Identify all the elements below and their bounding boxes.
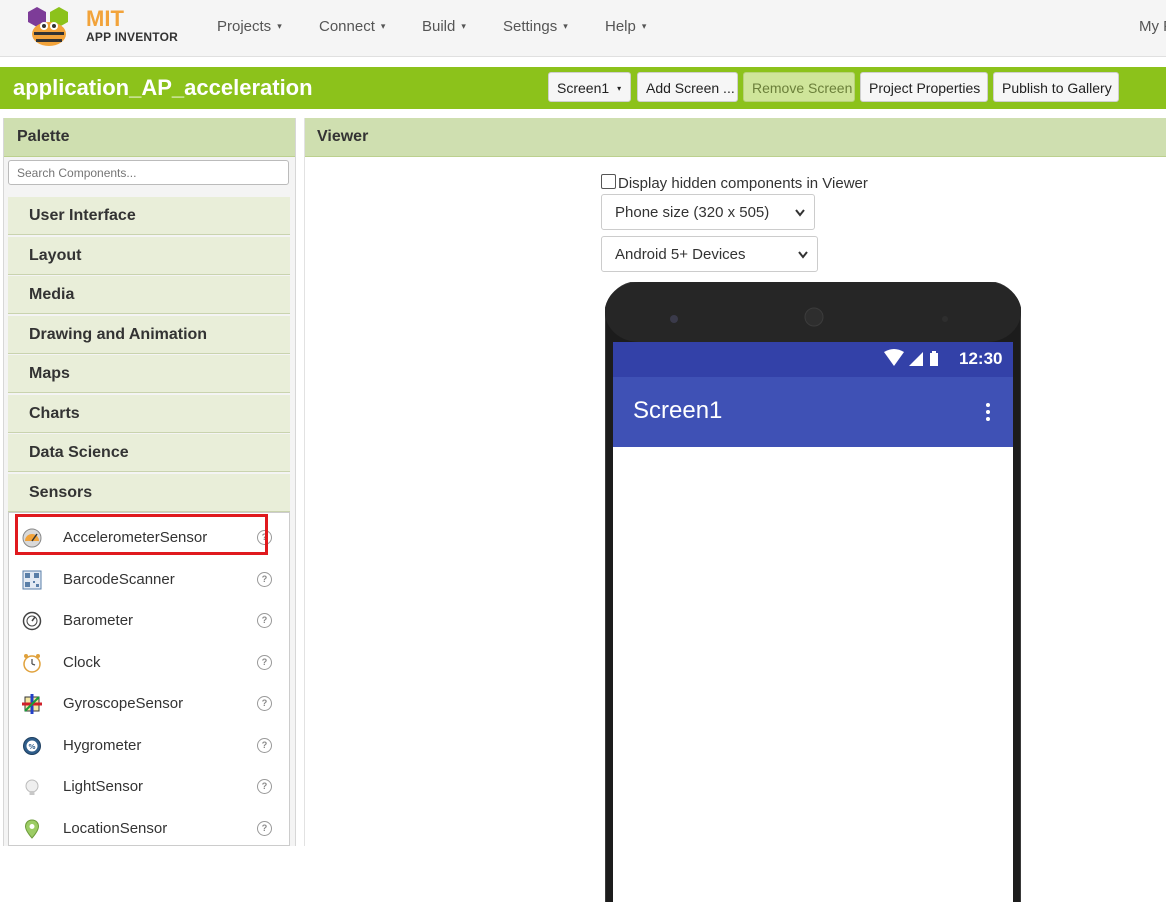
component-label: Barometer	[63, 612, 134, 629]
component-label: LocationSensor	[63, 820, 168, 837]
location-sensor-icon	[24, 819, 40, 839]
nav-build-menu[interactable]: Build ▾	[422, 18, 466, 35]
component-label: LightSensor	[63, 778, 144, 795]
overflow-menu-icon[interactable]	[985, 402, 991, 422]
hidden-components-label: Display hidden components in Viewer	[618, 175, 868, 192]
component-gyroscope-sensor[interactable]: GyroscopeSensor ?	[9, 684, 289, 724]
caret-down-icon: ▾	[563, 21, 568, 31]
category-sensors[interactable]: Sensors	[8, 474, 290, 512]
component-hygrometer[interactable]: % Hygrometer ?	[9, 726, 289, 766]
project-name: application_AP_acceleration	[13, 75, 313, 100]
palette-title: Palette	[4, 118, 295, 157]
component-label: GyroscopeSensor	[63, 695, 184, 712]
status-time: 12:30	[959, 349, 1003, 368]
help-icon[interactable]: ?	[257, 738, 272, 753]
help-icon[interactable]: ?	[257, 655, 272, 670]
help-icon[interactable]: ?	[257, 613, 272, 628]
nav-help-label: Help	[605, 18, 636, 35]
phone-screen-canvas[interactable]	[613, 447, 1013, 902]
wifi-icon	[884, 349, 904, 366]
logo-text-mit: MIT	[86, 6, 124, 31]
category-layout[interactable]: Layout	[8, 237, 290, 275]
chevron-down-icon	[795, 209, 805, 217]
nav-build-label: Build	[422, 18, 456, 35]
phone-size-select[interactable]: Phone size (320 x 505)	[601, 194, 815, 230]
component-barcode-scanner[interactable]: BarcodeScanner ?	[9, 560, 289, 600]
remove-screen-button[interactable]: Remove Screen	[743, 72, 855, 102]
svg-text:%: %	[28, 743, 35, 751]
component-barometer[interactable]: Barometer ?	[9, 601, 289, 641]
caret-down-icon: ▾	[277, 21, 282, 31]
logo-text-app-inventor: APP INVENTOR	[86, 30, 178, 44]
add-screen-button[interactable]: Add Screen ...	[637, 72, 738, 102]
nav-settings-menu[interactable]: Settings ▾	[503, 18, 568, 35]
nav-projects-label: Projects	[217, 18, 272, 35]
nav-projects-menu[interactable]: Projects ▾	[217, 18, 282, 35]
component-location-sensor[interactable]: LocationSensor ?	[9, 809, 289, 845]
project-toolbar: application_AP_acceleration Screen1 ▾ Add…	[0, 67, 1166, 109]
hidden-components-checkbox[interactable]	[601, 174, 616, 189]
category-maps[interactable]: Maps	[8, 355, 290, 393]
screen-select-button[interactable]: Screen1 ▾	[548, 72, 631, 102]
project-properties-button[interactable]: Project Properties	[860, 72, 988, 102]
component-light-sensor[interactable]: LightSensor ?	[9, 767, 289, 807]
component-label: BarcodeScanner	[63, 571, 175, 588]
status-icons	[884, 349, 938, 366]
component-label: Hygrometer	[63, 737, 142, 754]
category-media[interactable]: Media	[8, 276, 290, 314]
battery-icon	[930, 353, 938, 366]
phone-status-bar: 12:30	[613, 342, 1013, 377]
phone-size-value: Phone size (320 x 505)	[615, 204, 770, 221]
nav-settings-label: Settings	[503, 18, 558, 35]
nav-my-projects-link[interactable]: My P	[1139, 18, 1166, 35]
screen-select-label: Screen1	[557, 80, 610, 96]
search-components-input[interactable]	[8, 160, 289, 185]
barometer-icon	[22, 611, 42, 631]
nav-connect-menu[interactable]: Connect ▾	[319, 18, 385, 35]
caret-down-icon: ▾	[461, 21, 466, 31]
caret-down-icon: ▾	[380, 21, 386, 31]
device-theme-value: Android 5+ Devices	[615, 246, 746, 263]
phone-screen-title: Screen1	[633, 397, 723, 424]
help-icon[interactable]: ?	[257, 779, 272, 794]
nav-connect-label: Connect	[319, 18, 375, 35]
display-hidden-components-toggle[interactable]: Display hidden components in Viewer	[601, 174, 868, 192]
phone-preview: 12:30 Screen1	[605, 282, 1021, 902]
barcode-icon	[22, 570, 42, 590]
category-user-interface[interactable]: User Interface	[8, 197, 290, 235]
phone-app-bar[interactable]: Screen1	[613, 377, 1013, 447]
publish-to-gallery-button[interactable]: Publish to Gallery	[993, 72, 1119, 102]
app-inventor-logo-icon	[28, 7, 68, 46]
highlight-box	[15, 514, 268, 555]
help-icon[interactable]: ?	[257, 572, 272, 587]
gyroscope-icon	[22, 694, 42, 714]
sensors-component-list: AccelerometerSensor ? BarcodeScanner ? B…	[8, 512, 290, 846]
caret-down-icon: ▾	[641, 21, 647, 31]
viewer-title: Viewer	[305, 118, 1166, 157]
component-label: Clock	[63, 654, 101, 671]
device-theme-select[interactable]: Android 5+ Devices	[601, 236, 818, 272]
chevron-down-icon	[798, 251, 808, 259]
top-navigation-bar: MIT APP INVENTOR Projects ▾ Connect ▾ Buil…	[0, 0, 1166, 57]
hygrometer-icon: %	[23, 737, 41, 755]
palette-panel: Palette User Interface Layout Media Draw…	[3, 118, 296, 846]
light-sensor-icon	[25, 779, 39, 795]
category-charts[interactable]: Charts	[8, 395, 290, 433]
app-inventor-logo[interactable]: MIT APP INVENTOR	[24, 2, 184, 52]
category-drawing-and-animation[interactable]: Drawing and Animation	[8, 316, 290, 354]
category-data-science[interactable]: Data Science	[8, 434, 290, 472]
signal-icon	[909, 352, 923, 366]
component-clock[interactable]: Clock ?	[9, 643, 289, 683]
help-icon[interactable]: ?	[257, 821, 272, 836]
help-icon[interactable]: ?	[257, 696, 272, 711]
caret-down-icon: ▾	[617, 84, 622, 93]
nav-help-menu[interactable]: Help ▾	[605, 18, 646, 35]
viewer-panel: Viewer Display hidden components in View…	[304, 118, 1166, 902]
clock-icon	[23, 654, 41, 673]
